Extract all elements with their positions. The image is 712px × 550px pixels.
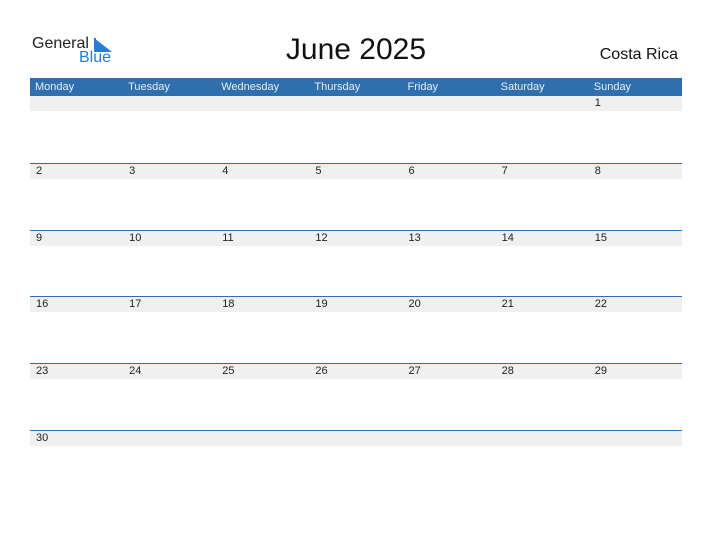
day-cell: 30 [36,432,49,444]
week-row: 9 10 11 12 13 14 15 [30,230,682,296]
date-band: 1 [30,96,682,111]
day-cell [589,431,682,446]
day-cell: 14 [501,232,514,244]
day-cell: 17 [129,298,142,310]
date-band: 2 3 4 5 6 7 8 [30,164,682,179]
week-row: 23 24 25 26 27 28 29 [30,363,682,429]
day-cell [496,431,589,446]
weekday-sunday: Sunday [593,81,632,93]
day-cell: 5 [315,165,322,177]
day-cell [216,431,309,446]
day-cell [30,96,123,111]
weekday-wednesday: Wednesday [221,81,280,93]
day-cell: 2 [36,165,43,177]
country-label: Costa Rica [599,46,678,63]
date-band: 16 17 18 19 20 21 22 [30,297,682,312]
day-cell: 15 [594,232,607,244]
day-cell: 25 [222,365,235,377]
weekday-monday: Monday [35,81,75,93]
weekday-header: Monday Tuesday Wednesday Thursday Friday… [30,78,682,96]
day-cell: 28 [501,365,514,377]
weekday-tuesday: Tuesday [128,81,170,93]
day-cell: 6 [408,165,415,177]
day-cell: 11 [222,232,234,244]
day-cell: 4 [222,165,229,177]
day-cell: 7 [501,165,508,177]
day-cell: 18 [222,298,235,310]
day-cell [309,96,402,111]
day-cell: 29 [594,365,607,377]
date-band: 23 24 25 26 27 28 29 [30,364,682,379]
day-cell: 26 [315,365,328,377]
day-cell: 12 [315,232,328,244]
day-cell: 8 [594,165,601,177]
day-cell: 24 [129,365,142,377]
day-cell: 20 [408,298,421,310]
day-cell: 27 [408,365,421,377]
day-cell: 22 [594,298,607,310]
day-cell: 3 [129,165,136,177]
day-cell [123,431,216,446]
day-cell [403,96,496,111]
day-cell: 9 [36,232,43,244]
week-row: 2 3 4 5 6 7 8 [30,163,682,229]
day-cell: 16 [36,298,49,310]
day-cell: 13 [408,232,421,244]
day-cell [216,96,309,111]
week-row: 1 [30,96,682,162]
day-cell: 19 [315,298,328,310]
date-band: 30 [30,431,682,446]
date-band: 9 10 11 12 13 14 15 [30,231,682,246]
weekday-thursday: Thursday [314,81,361,93]
weekday-friday: Friday [407,81,439,93]
weekday-saturday: Saturday [500,81,545,93]
week-row: 16 17 18 19 20 21 22 [30,296,682,362]
day-cell [496,96,589,111]
day-cell [123,96,216,111]
day-cell: 23 [36,365,49,377]
day-cell [403,431,496,446]
day-cell: 1 [594,97,601,109]
day-cell [309,431,402,446]
week-row: 30 [30,430,682,496]
day-cell: 10 [129,232,142,244]
day-cell: 21 [501,298,514,310]
